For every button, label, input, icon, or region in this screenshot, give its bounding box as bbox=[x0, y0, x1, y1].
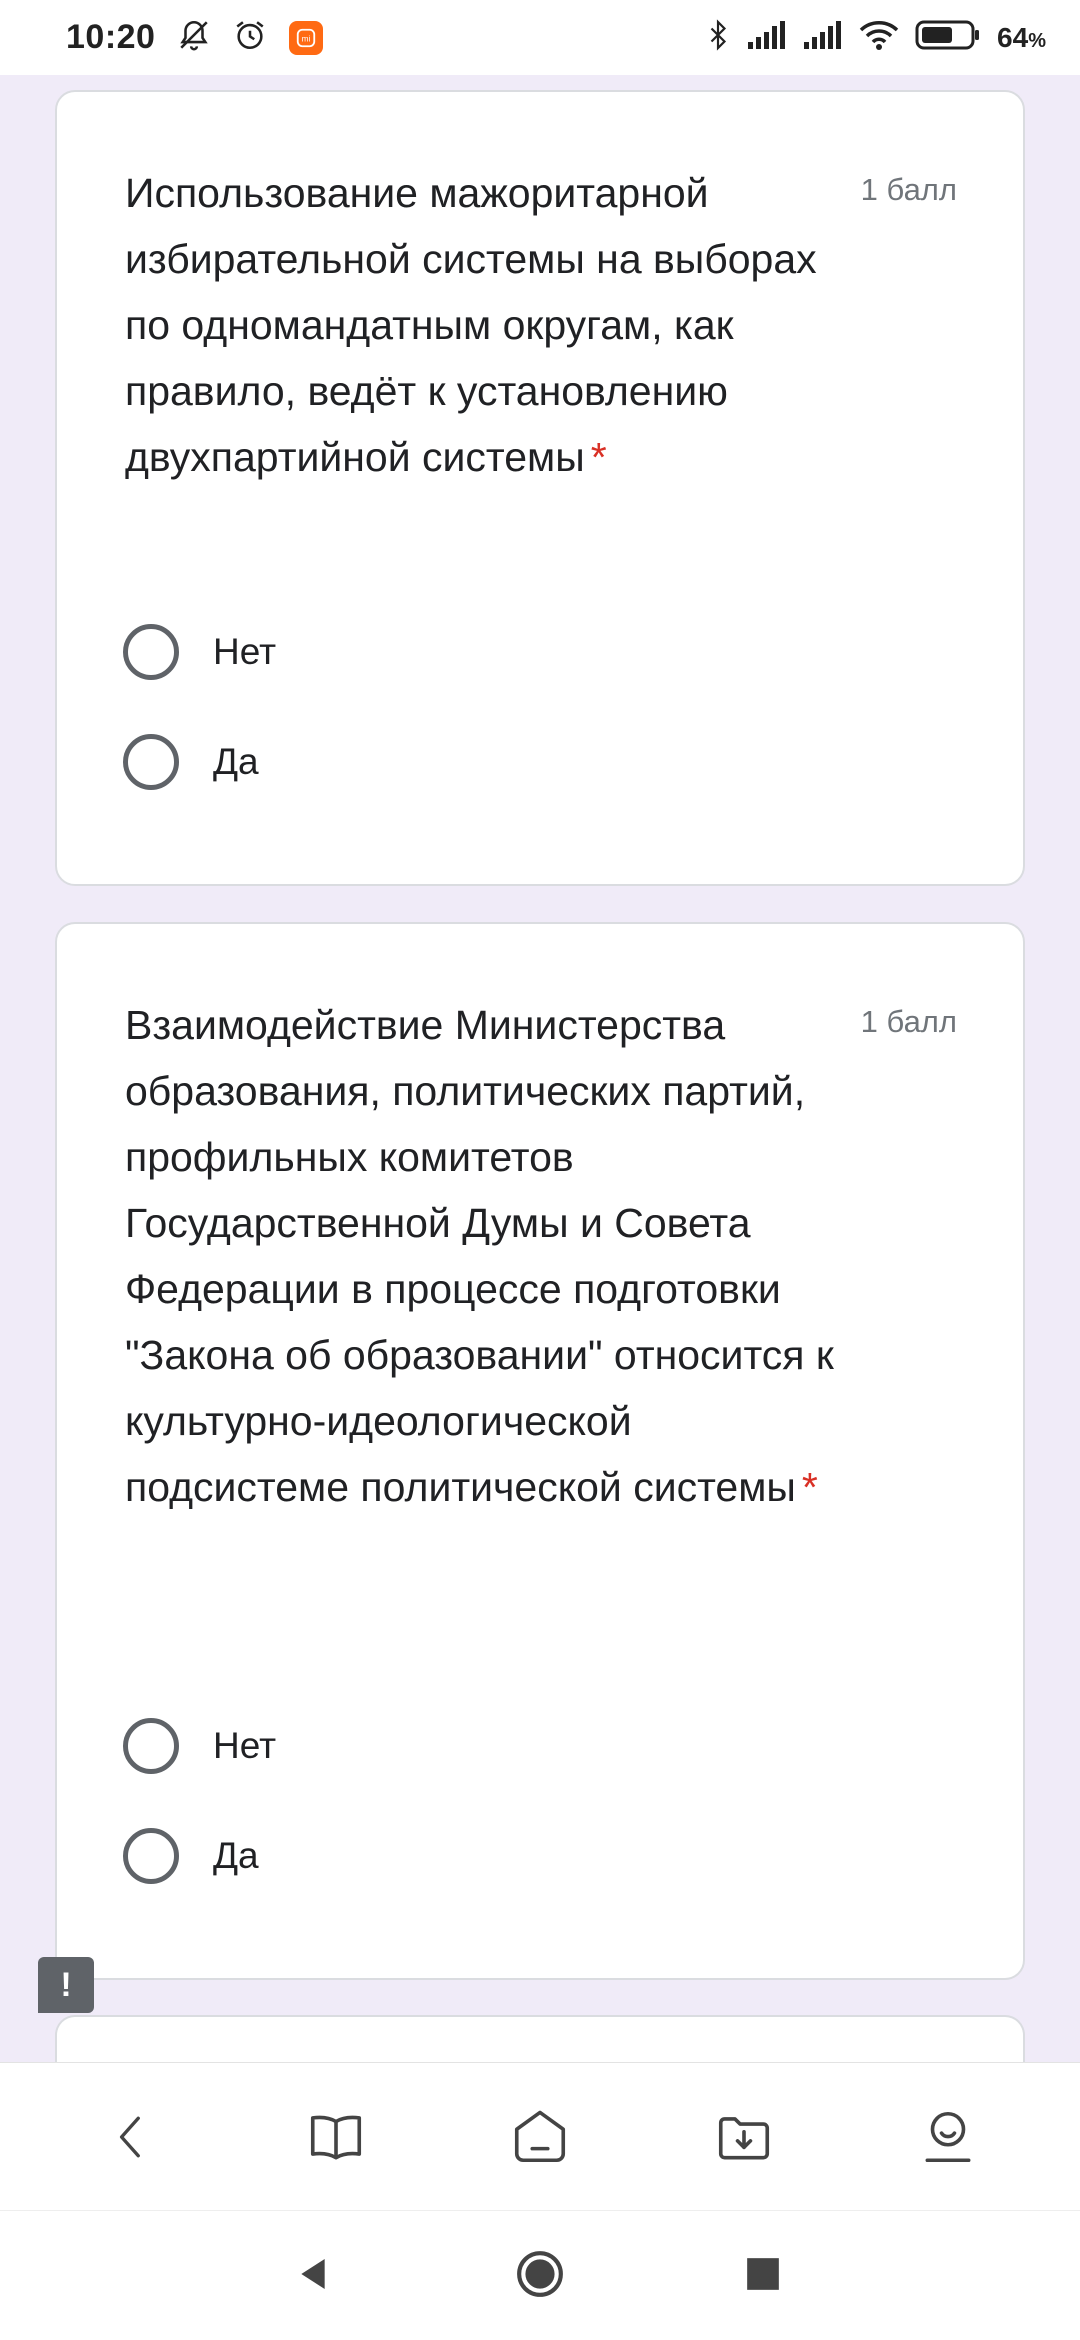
status-bar: 10:20 mi 64% bbox=[0, 0, 1080, 75]
points-label: 1 балл bbox=[860, 172, 957, 207]
back-button[interactable] bbox=[87, 2092, 177, 2182]
question-text: Взаимодействие Министерства образования,… bbox=[125, 992, 845, 1520]
status-time: 10:20 bbox=[66, 18, 156, 56]
question-text: Использование мажоритарной избирательной… bbox=[125, 160, 845, 490]
screen: 10:20 mi 64% Использование мажоритарной … bbox=[0, 0, 1080, 2340]
svg-text:mi: mi bbox=[302, 34, 311, 43]
radio-button[interactable] bbox=[123, 734, 179, 790]
radio-button[interactable] bbox=[123, 1828, 179, 1884]
radio-button[interactable] bbox=[123, 1718, 179, 1774]
bluetooth-icon bbox=[705, 18, 731, 57]
option-label: Нет bbox=[213, 631, 277, 672]
profile-icon bbox=[925, 2111, 971, 2162]
option-label: Да bbox=[213, 1835, 259, 1876]
battery-percent-value: 64 bbox=[997, 21, 1029, 53]
mute-bell-icon bbox=[177, 18, 211, 57]
nav-back-button[interactable] bbox=[268, 2229, 358, 2319]
option-no[interactable]: Нет bbox=[123, 624, 276, 680]
nav-recents-icon bbox=[747, 2258, 779, 2290]
home-button[interactable] bbox=[495, 2092, 585, 2182]
profile-button[interactable] bbox=[903, 2092, 993, 2182]
signal-icon bbox=[803, 20, 843, 55]
feedback-button[interactable]: ! bbox=[38, 1957, 94, 2013]
status-left: 10:20 mi bbox=[66, 18, 324, 57]
radio-button[interactable] bbox=[123, 624, 179, 680]
question-card: Взаимодействие Министерства образования,… bbox=[55, 922, 1025, 1980]
nav-home-button[interactable] bbox=[495, 2229, 585, 2319]
back-icon bbox=[119, 2116, 140, 2157]
wifi-icon bbox=[859, 19, 899, 56]
browser-toolbar bbox=[0, 2062, 1080, 2210]
downloads-button[interactable] bbox=[699, 2092, 789, 2182]
required-mark: * bbox=[590, 434, 607, 480]
required-mark: * bbox=[801, 1464, 818, 1510]
exclamation-icon: ! bbox=[60, 1965, 72, 2004]
option-yes[interactable]: Да bbox=[123, 734, 259, 790]
option-label: Нет bbox=[213, 1725, 277, 1766]
battery-icon bbox=[915, 19, 981, 56]
book-icon bbox=[310, 2115, 362, 2159]
bookmarks-button[interactable] bbox=[291, 2092, 381, 2182]
question-text-content: Взаимодействие Министерства образования,… bbox=[125, 1002, 834, 1510]
home-icon bbox=[514, 2110, 566, 2162]
question-text-content: Использование мажоритарной избирательной… bbox=[125, 170, 817, 480]
download-folder-icon bbox=[718, 2116, 770, 2159]
option-yes[interactable]: Да bbox=[123, 1828, 259, 1884]
nav-home-icon bbox=[517, 2251, 563, 2297]
signal-icon bbox=[747, 20, 787, 55]
battery-percent-suffix: % bbox=[1028, 29, 1046, 52]
battery-percent: 64% bbox=[997, 22, 1046, 54]
nav-recents-button[interactable] bbox=[718, 2229, 808, 2319]
alarm-icon bbox=[233, 18, 267, 57]
mi-app-icon: mi bbox=[289, 20, 324, 55]
points-label: 1 балл bbox=[860, 1004, 957, 1039]
status-right: 64% bbox=[705, 18, 1046, 57]
question-card: Использование мажоритарной избирательной… bbox=[55, 90, 1025, 886]
option-label: Да bbox=[213, 741, 259, 782]
nav-back-icon bbox=[301, 2259, 325, 2289]
system-nav-bar bbox=[0, 2210, 1080, 2340]
option-no[interactable]: Нет bbox=[123, 1718, 276, 1774]
